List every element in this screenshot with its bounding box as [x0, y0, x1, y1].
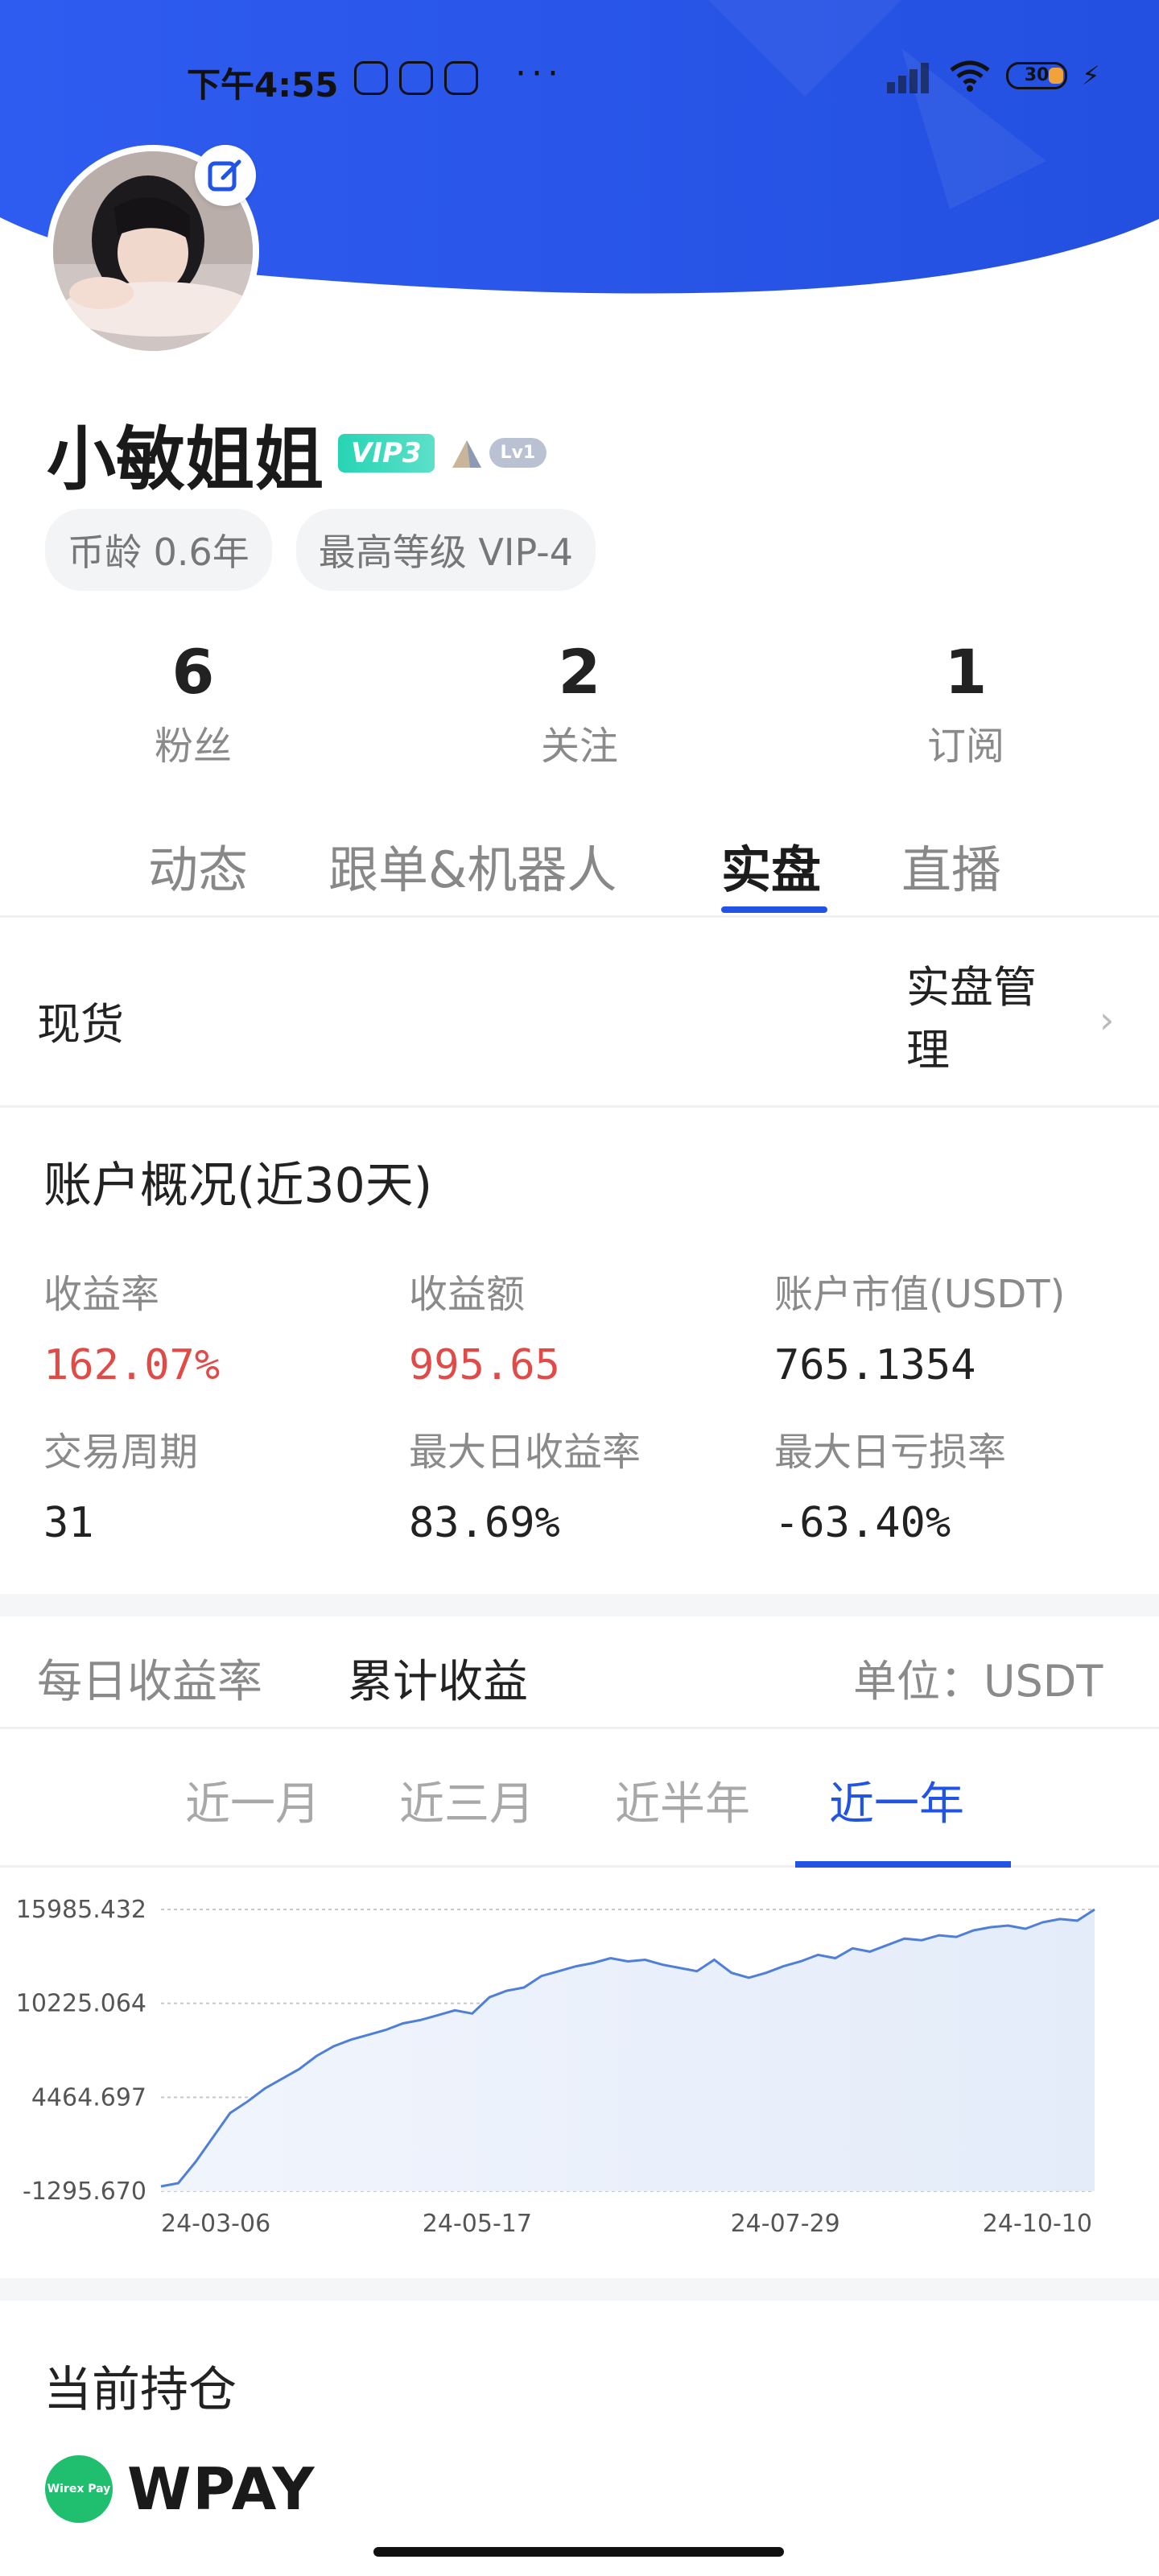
level-triangle-icon: [452, 440, 481, 468]
status-notification-icons: [354, 61, 478, 95]
chart-svg: 15985.432 10225.064 4464.697 -1295.670 24-03…: [16, 1896, 1095, 2238]
metric-value: 765.1354: [774, 1341, 976, 1389]
status-system-icons: 30 ⚡: [885, 58, 1099, 93]
active-tab-indicator: [721, 906, 827, 913]
metric-label: 最大日亏损率: [774, 1430, 1007, 1475]
user-name: 小敏姐姐: [47, 419, 324, 500]
charging-icon: ⚡: [1082, 60, 1100, 91]
vip-badge: VIP3: [338, 433, 435, 473]
metric-label: 账户市值(USDT): [774, 1272, 1066, 1317]
level-label: Lv1: [489, 438, 547, 468]
stat-label: 粉丝: [154, 724, 232, 769]
metric-label: 收益率: [43, 1272, 160, 1317]
status-bar: 下午4:55 ··· 30 ⚡: [0, 48, 1159, 113]
account-overview: 账户概况(近30天) 收益率 162.07% 收益额 995.65 账户市值(U…: [0, 1117, 1159, 1592]
time-range-tabs: 近一月 近三月 近半年 近一年: [0, 1731, 1159, 1868]
metric-account-value: 账户市值(USDT) 765.1354: [774, 1262, 1120, 1389]
cumulative-profit-chart: 15985.432 10225.064 4464.697 -1295.670 24-03…: [0, 1872, 1159, 2275]
metric-label: 收益额: [409, 1272, 526, 1317]
battery-icon: 30: [1006, 62, 1067, 89]
tab-feed[interactable]: 动态: [148, 829, 248, 902]
overview-title: 账户概况(近30天): [43, 1158, 433, 1214]
edit-icon: [208, 159, 241, 192]
tab-live-account[interactable]: 实盘: [721, 829, 821, 902]
y-tick-label: -1295.670: [23, 2178, 146, 2206]
coin-age-chip: 币龄 0.6年: [45, 509, 272, 591]
stat-following[interactable]: 2 关注: [386, 636, 773, 770]
active-range-indicator: [795, 1861, 1011, 1868]
x-tick-label: 24-10-10: [983, 2210, 1092, 2238]
stat-value: 6: [171, 636, 215, 708]
status-time: 下午4:55: [187, 65, 339, 105]
range-tab-6m[interactable]: 近半年: [615, 1768, 750, 1833]
manage-label-line2: 理: [906, 1025, 950, 1075]
highest-level-chip: 最高等级 VIP-4: [295, 509, 596, 591]
section-divider: [0, 2278, 1159, 2301]
range-tab-3m[interactable]: 近三月: [399, 1768, 534, 1833]
signal-icon: [885, 58, 934, 93]
manage-label-line1: 实盘管: [906, 962, 1037, 1013]
level-badge: Lv1: [449, 437, 547, 469]
notification-app-icon: [354, 61, 388, 95]
metric-return-rate: 收益率 162.07%: [43, 1262, 390, 1389]
chart-area-fill: [161, 1909, 1095, 2191]
metric-value: 162.07%: [43, 1341, 221, 1389]
stat-value: 1: [944, 636, 988, 708]
notification-app-icon: [399, 61, 433, 95]
profile-stats: 6 粉丝 2 关注 1 订阅: [0, 636, 1159, 770]
stat-subscriptions[interactable]: 1 订阅: [773, 636, 1159, 770]
tab-copy-trading[interactable]: 跟单&机器人: [328, 829, 617, 902]
x-tick-label: 24-05-17: [423, 2210, 532, 2238]
stat-followers[interactable]: 6 粉丝: [0, 636, 386, 770]
metric-trading-period: 交易周期 31: [43, 1420, 390, 1547]
metric-value: -63.40%: [774, 1499, 951, 1547]
wpay-logo-icon: Wirex Pay: [45, 2455, 113, 2523]
holding-item[interactable]: Wirex Pay WPAY: [45, 2455, 316, 2523]
more-notifications-icon: ···: [515, 53, 563, 94]
avatar-container: [47, 145, 259, 357]
chart-type-tabs: 每日收益率 累计收益 单位：USDT: [0, 1616, 1159, 1729]
y-tick-label: 15985.432: [16, 1896, 146, 1924]
tab-livestream[interactable]: 直播: [901, 829, 1001, 902]
stat-label: 订阅: [926, 724, 1004, 769]
x-tick-label: 24-03-06: [161, 2210, 270, 2238]
profile-tabs: 动态 跟单&机器人 实盘 直播: [0, 829, 1159, 918]
chevron-right-icon[interactable]: ›: [1099, 998, 1114, 1042]
metric-max-daily-loss: 最大日亏损率 -63.40%: [774, 1420, 1120, 1547]
metric-label: 最大日收益率: [409, 1430, 641, 1475]
y-tick-label: 10225.064: [16, 1990, 146, 2018]
holding-name: WPAY: [127, 2455, 316, 2523]
metric-value: 83.69%: [409, 1499, 560, 1547]
metric-value: 31: [43, 1499, 94, 1547]
metric-value: 995.65: [409, 1341, 560, 1389]
home-indicator[interactable]: [373, 2547, 784, 2557]
stat-label: 关注: [540, 724, 618, 769]
metric-label: 交易周期: [43, 1430, 199, 1475]
y-tick-label: 4464.697: [31, 2083, 146, 2112]
wifi-icon: [950, 60, 990, 92]
live-account-manage-link[interactable]: 实盘管 理: [906, 956, 1067, 1082]
profile-name-row: 小敏姐姐 VIP3 Lv1: [47, 402, 547, 503]
metric-max-daily-return: 最大日收益率 83.69%: [409, 1420, 755, 1547]
edit-profile-button[interactable]: [195, 145, 256, 206]
notification-app-icon: [444, 61, 478, 95]
range-tab-1y[interactable]: 近一年: [829, 1768, 964, 1833]
x-tick-label: 24-07-29: [731, 2210, 840, 2238]
tab-daily-return[interactable]: 每日收益率: [37, 1645, 262, 1711]
spot-account-row: 现货 实盘管 理 ›: [0, 924, 1159, 1108]
unit-label: 单位：USDT: [853, 1656, 1103, 1707]
holdings-title: 当前持仓: [43, 2362, 237, 2418]
range-tab-1m[interactable]: 近一月: [185, 1768, 320, 1833]
metric-profit-amount: 收益额 995.65: [409, 1262, 755, 1389]
section-divider: [0, 1594, 1159, 1616]
spot-label: 现货: [37, 999, 124, 1050]
profile-chips: 币龄 0.6年 最高等级 VIP-4: [45, 509, 596, 591]
tab-cumulative-profit[interactable]: 累计收益: [348, 1645, 528, 1711]
stat-value: 2: [558, 636, 601, 708]
